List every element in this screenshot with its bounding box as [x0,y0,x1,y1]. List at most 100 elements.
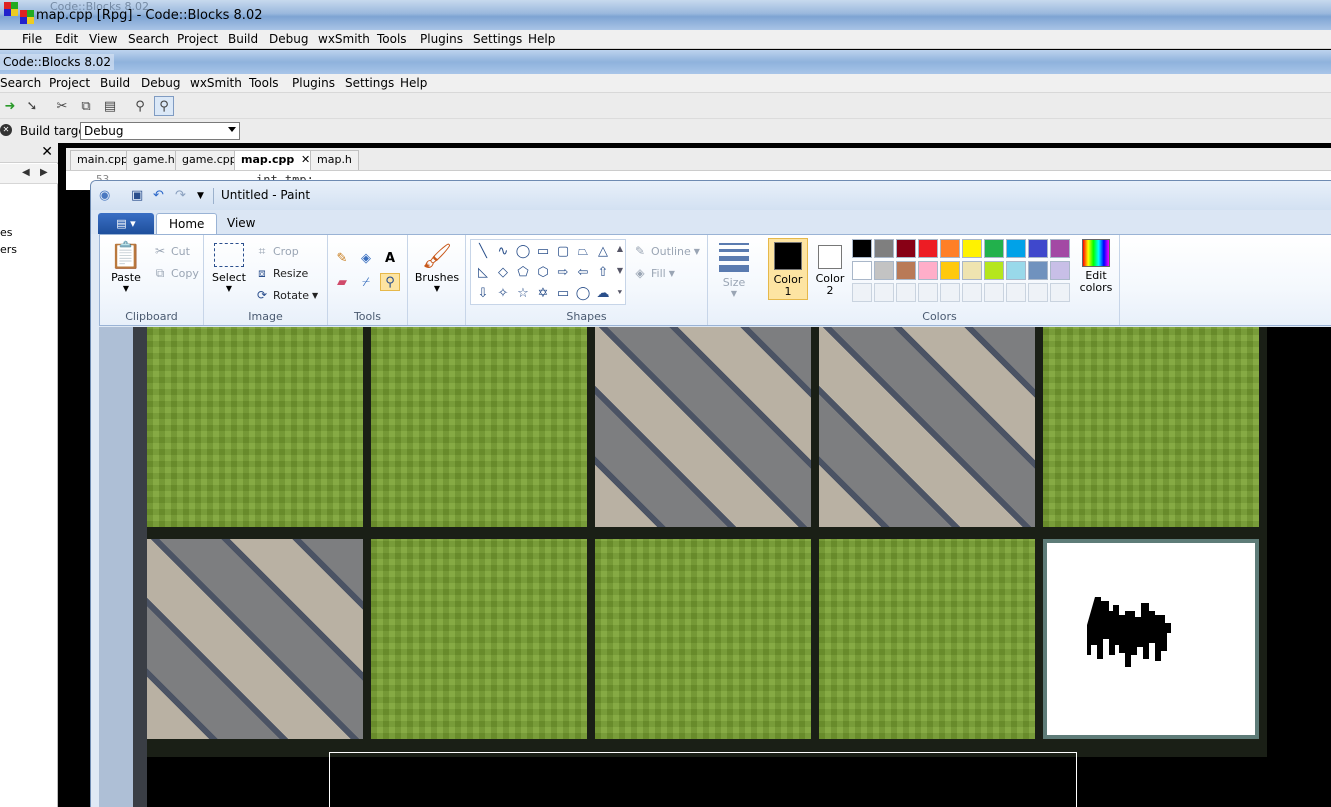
menu-build[interactable]: Build [228,32,258,46]
tab-game-h[interactable]: game.h [126,150,182,170]
fill-button[interactable]: ◈ Fill ▼ [632,265,674,281]
palette-swatch[interactable] [1050,261,1070,280]
menu-file[interactable]: File [22,32,42,46]
palette-swatch[interactable] [1006,261,1026,280]
selection-rectangle[interactable] [329,752,1077,807]
four-point-star-shape-icon[interactable]: ✧ [493,284,513,302]
palette-swatch[interactable] [984,261,1004,280]
menu-tools[interactable]: Tools [249,76,279,90]
diamond-shape-icon[interactable]: ◇ [493,263,513,281]
replace-icon[interactable]: ⚲ [154,96,174,116]
tab-view[interactable]: View [215,213,267,234]
oval-shape-icon[interactable]: ◯ [513,242,533,260]
menu-edit[interactable]: Edit [55,32,78,46]
palette-swatch[interactable] [940,239,960,258]
palette-swatch[interactable] [1028,261,1048,280]
menu-project[interactable]: Project [49,76,90,90]
palette-swatch[interactable] [896,261,916,280]
down-arrow-shape-icon[interactable]: ⇩ [473,284,493,302]
tab-map-cpp[interactable]: map.cpp ✕ [234,150,316,170]
color2-button[interactable]: Color 2 [810,238,850,300]
save-icon[interactable]: ▣ [131,188,143,203]
custom-color-slot[interactable] [852,283,872,302]
expand-gallery-icon[interactable]: ⯆ [617,288,623,298]
close-icon[interactable]: ✕ [41,144,53,160]
rectangle-shape-icon[interactable]: ▭ [533,242,553,260]
eraser-icon[interactable]: ▰ [332,273,352,291]
back-arrow-icon[interactable]: ➜ [0,96,20,116]
magnifier-icon[interactable]: ⚲ [380,273,400,291]
fill-bucket-icon[interactable]: ◈ [356,249,376,267]
custom-color-slot[interactable] [1006,283,1026,302]
pentagon-shape-icon[interactable]: ⬠ [513,263,533,281]
cloud-callout-shape-icon[interactable]: ☁ [593,284,613,302]
curve-shape-icon[interactable]: ∿ [493,242,513,260]
palette-swatch[interactable] [918,239,938,258]
tab-home[interactable]: Home [156,213,218,234]
menu-search[interactable]: Search [128,32,169,46]
menu-debug[interactable]: Debug [141,76,180,90]
cut-button[interactable]: ✂ Cut [152,243,190,259]
menu-search[interactable]: Search [0,76,41,90]
pencil-icon[interactable]: ✎ [332,249,352,267]
resize-button[interactable]: ⧈ Resize [254,265,308,281]
right-triangle-shape-icon[interactable]: ◺ [473,263,493,281]
custom-color-slot[interactable] [984,283,1004,302]
menu-wxsmith[interactable]: wxSmith [318,32,370,46]
tab-map-h[interactable]: map.h [310,150,359,170]
up-arrow-shape-icon[interactable]: ⇧ [593,263,613,281]
color1-button[interactable]: Color 1 [768,238,808,300]
menu-build[interactable]: Build [100,76,130,90]
nav-left-icon[interactable]: ◀ [22,167,30,178]
menu-plugins[interactable]: Plugins [292,76,335,90]
menu-help[interactable]: Help [528,32,555,46]
palette-swatch[interactable] [1028,239,1048,258]
menu-settings[interactable]: Settings [345,76,394,90]
custom-color-slot[interactable] [896,283,916,302]
palette-swatch[interactable] [896,239,916,258]
canvas-image[interactable] [147,327,1267,757]
rounded-rectangle-shape-icon[interactable]: ▢ [553,242,573,260]
brushes-button[interactable]: 🖌 Brushes ▼ [414,241,460,293]
line-shape-icon[interactable]: ╲ [473,242,493,260]
copy-icon[interactable]: ⧉ [76,96,96,116]
menu-view[interactable]: View [89,32,117,46]
paste-icon[interactable]: ▤ [100,96,120,116]
palette-swatch[interactable] [874,239,894,258]
custom-color-slot[interactable] [918,283,938,302]
oval-callout-shape-icon[interactable]: ◯ [573,284,593,302]
scroll-up-icon[interactable]: ▲ [617,244,623,253]
scroll-down-icon[interactable]: ▼ [617,266,623,275]
edit-colors-button[interactable]: Edit colors [1074,239,1118,293]
quick-access-dropdown-icon[interactable]: ▼ [197,191,204,201]
custom-color-slot[interactable] [874,283,894,302]
left-arrow-shape-icon[interactable]: ⇦ [573,263,593,281]
palette-swatch[interactable] [962,239,982,258]
rotate-button[interactable]: ⟳ Rotate ▼ [254,287,318,303]
palette-swatch[interactable] [852,261,872,280]
paste-button[interactable]: 📋 Paste ▼ [108,241,144,293]
undo-icon[interactable]: ↶ [153,188,164,203]
hexagon-shape-icon[interactable]: ⬡ [533,263,553,281]
find-icon[interactable]: ⚲ [130,96,150,116]
palette-swatch[interactable] [940,261,960,280]
outline-button[interactable]: ✎ Outline ▼ [632,243,700,259]
five-point-star-shape-icon[interactable]: ☆ [513,284,533,302]
forward-arrow-icon[interactable]: ➘ [22,96,42,116]
crop-button[interactable]: ⌗ Crop [254,243,299,259]
text-icon[interactable]: A [380,249,400,267]
palette-swatch[interactable] [874,261,894,280]
palette-swatch[interactable] [962,261,982,280]
custom-color-slot[interactable] [962,283,982,302]
menu-settings[interactable]: Settings [473,32,522,46]
menu-wxsmith[interactable]: wxSmith [190,76,242,90]
custom-color-slot[interactable] [1050,283,1070,302]
palette-swatch[interactable] [1050,239,1070,258]
color-picker-icon[interactable]: ⌿ [356,273,376,291]
rounded-callout-shape-icon[interactable]: ▭ [553,284,573,302]
palette-swatch[interactable] [852,239,872,258]
menu-project[interactable]: Project [177,32,218,46]
build-target-select[interactable]: Debug [80,122,240,140]
size-button[interactable]: Size ▼ [712,241,756,298]
cut-icon[interactable]: ✂ [52,96,72,116]
